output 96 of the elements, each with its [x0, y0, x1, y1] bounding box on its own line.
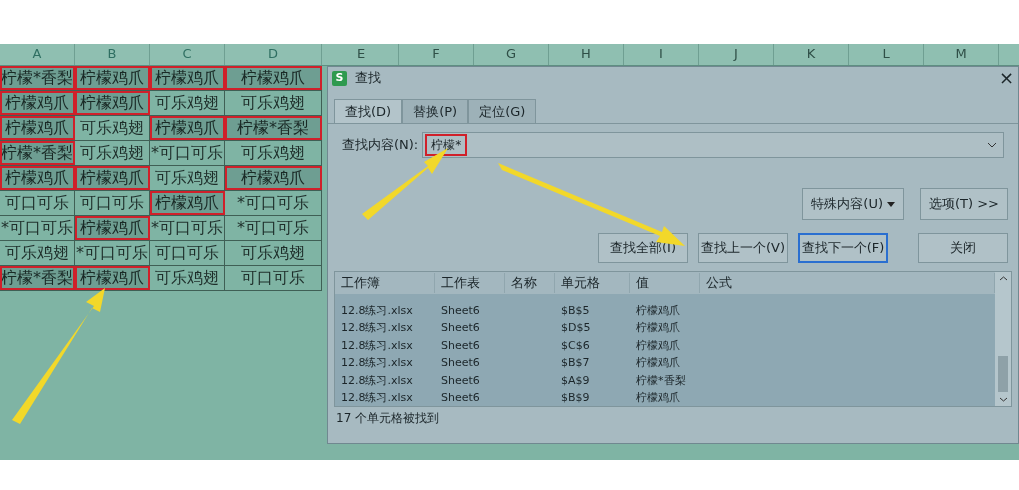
- table-cell[interactable]: 柠檬鸡爪: [75, 91, 150, 115]
- table-cell: 柠檬鸡爪: [636, 303, 680, 317]
- result-row[interactable]: 12.8练习.xlsx Sheet6 $D$5 柠檬鸡爪: [335, 318, 995, 336]
- table-cell[interactable]: *可口可乐: [150, 141, 225, 165]
- option-button[interactable]: 选项(T) >>: [920, 188, 1008, 220]
- status-text: 17 个单元格被找到: [335, 410, 441, 427]
- result-row[interactable]: 12.8练习.xlsx Sheet6 $A$9 柠檬*香梨: [335, 371, 995, 389]
- table-cell: $B$7: [561, 356, 590, 369]
- window-title: 查找: [355, 69, 381, 88]
- table-cell: 柠檬*香梨: [636, 373, 686, 387]
- tab[interactable]: 定位(G): [468, 99, 537, 123]
- table-cell: $A$9: [561, 373, 590, 387]
- table-cell: $B$9: [561, 391, 590, 404]
- table-cell: $C$6: [561, 338, 590, 352]
- table-cell[interactable]: 可乐鸡翅: [75, 141, 150, 165]
- table-cell[interactable]: 柠檬鸡爪: [150, 66, 225, 90]
- table-cell: $D$5: [561, 321, 591, 334]
- table-cell[interactable]: 柠檬鸡爪: [75, 266, 150, 290]
- dialog-button[interactable]: 查找下一个(F): [798, 233, 888, 263]
- table-cell: 12.8练习.xlsx: [341, 391, 413, 404]
- column-header[interactable]: 单元格: [555, 273, 630, 293]
- caret-down-icon: [887, 201, 895, 207]
- table-cell: Sheet6: [441, 321, 480, 334]
- table-cell: $B$5: [561, 303, 590, 317]
- table-cell[interactable]: *可口可乐: [225, 191, 322, 215]
- table-cell[interactable]: *可口可乐: [150, 216, 225, 240]
- column-header[interactable]: 值: [630, 273, 700, 293]
- result-row[interactable]: 12.8练习.xlsx Sheet6 $B$7 柠檬鸡爪: [335, 353, 995, 371]
- chevron-up-icon: [998, 276, 1008, 281]
- column-header[interactable]: I: [624, 44, 699, 65]
- table-cell: 柠檬鸡爪: [636, 338, 680, 352]
- table-cell[interactable]: 可乐鸡翅: [225, 241, 322, 265]
- table-cell[interactable]: 柠檬鸡爪: [0, 166, 75, 190]
- table-cell[interactable]: 柠檬*香梨: [0, 66, 75, 90]
- table-cell: Sheet6: [441, 373, 480, 387]
- table-cell: Sheet6: [441, 356, 480, 369]
- tab[interactable]: 查找(D): [334, 99, 403, 123]
- table-cell: 12.8练习.xlsx: [341, 373, 413, 387]
- table-cell[interactable]: 柠檬*香梨: [0, 141, 75, 165]
- column-header[interactable]: H: [549, 44, 624, 65]
- table-cell: 12.8练习.xlsx: [341, 321, 413, 334]
- column-header[interactable]: 工作簿: [335, 273, 435, 293]
- table-cell: 12.8练习.xlsx: [341, 303, 413, 317]
- table-cell[interactable]: 柠檬*香梨: [225, 116, 322, 140]
- table-cell[interactable]: 柠檬鸡爪: [0, 116, 75, 140]
- table-cell: Sheet6: [441, 391, 480, 404]
- tab[interactable]: 替换(P): [402, 99, 469, 123]
- table-cell: 柠檬鸡爪: [636, 321, 680, 334]
- result-row[interactable]: 12.8练习.xlsx Sheet6 $C$6 柠檬鸡爪: [335, 336, 995, 354]
- table-cell[interactable]: 可口可乐: [225, 266, 322, 290]
- column-header[interactable]: E: [324, 44, 399, 65]
- table-cell[interactable]: 可乐鸡翅: [0, 241, 75, 265]
- table-cell[interactable]: *可口可乐: [75, 241, 150, 265]
- table-cell[interactable]: 可乐鸡翅: [225, 91, 322, 115]
- find-label: 查找内容(N):: [342, 136, 419, 155]
- result-row[interactable]: 12.8练习.xlsx Sheet6 $B$5 柠檬鸡爪: [335, 301, 995, 319]
- column-header[interactable]: F: [399, 44, 474, 65]
- find-field[interactable]: 柠檬*: [422, 132, 1004, 158]
- dialog-button[interactable]: 查找上一个(V): [698, 233, 788, 263]
- table-cell[interactable]: 柠檬鸡爪: [150, 116, 225, 140]
- column-header[interactable]: G: [474, 44, 549, 65]
- table-cell[interactable]: 柠檬鸡爪: [150, 191, 225, 215]
- table-cell[interactable]: 柠檬鸡爪: [0, 91, 75, 115]
- table-cell: Sheet6: [441, 338, 480, 352]
- column-header[interactable]: M: [924, 44, 999, 65]
- scrollbar-thumb[interactable]: [998, 356, 1008, 392]
- column-header[interactable]: L: [849, 44, 924, 65]
- table-cell: 柠檬鸡爪: [636, 391, 680, 404]
- table-cell[interactable]: 可乐鸡翅: [150, 91, 225, 115]
- column-header[interactable]: 名称: [505, 273, 555, 293]
- chevron-down-icon: [998, 397, 1008, 402]
- column-header[interactable]: K: [774, 44, 849, 65]
- table-cell[interactable]: 可口可乐: [150, 241, 225, 265]
- table-cell[interactable]: 可乐鸡翅: [225, 141, 322, 165]
- table-cell: 12.8练习.xlsx: [341, 338, 413, 352]
- table-cell[interactable]: 柠檬鸡爪: [75, 66, 150, 90]
- table-cell[interactable]: 柠檬鸡爪: [75, 216, 150, 240]
- table-cell[interactable]: 柠檬*香梨: [0, 266, 75, 290]
- table-cell[interactable]: *可口可乐: [225, 216, 322, 240]
- dialog-button[interactable]: 关闭: [918, 233, 1008, 263]
- table-cell: Sheet6: [441, 303, 480, 317]
- table-cell[interactable]: 柠檬鸡爪: [225, 66, 322, 90]
- table-cell: 柠檬鸡爪: [636, 356, 680, 369]
- column-header[interactable]: 工作表: [435, 273, 505, 293]
- table-cell[interactable]: 柠檬鸡爪: [75, 166, 150, 190]
- app-icon: S: [332, 70, 347, 86]
- chevron-down-icon: [987, 142, 997, 148]
- close-button[interactable]: ×: [998, 69, 1014, 87]
- table-cell[interactable]: 可乐鸡翅: [150, 266, 225, 290]
- table-cell: 12.8练习.xlsx: [341, 356, 413, 369]
- table-cell[interactable]: 柠檬鸡爪: [225, 166, 322, 190]
- column-header[interactable]: J: [699, 44, 774, 65]
- result-row[interactable]: 12.8练习.xlsx Sheet6 $B$9 柠檬鸡爪: [335, 388, 995, 406]
- option-button[interactable]: 特殊内容(U): [802, 188, 904, 220]
- scrollbar[interactable]: [995, 272, 1011, 406]
- table-cell[interactable]: 可口可乐: [0, 191, 75, 215]
